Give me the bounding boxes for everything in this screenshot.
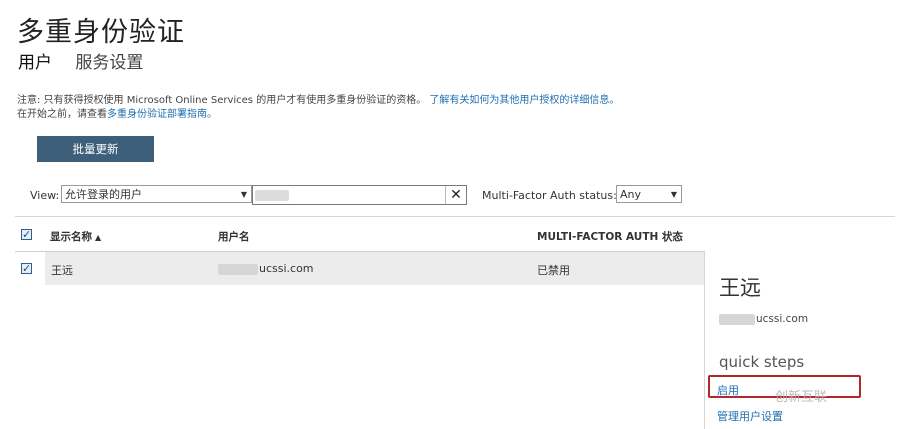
table-row[interactable] (45, 252, 705, 285)
watermark: 创新互联 (775, 390, 828, 405)
page-title: 多重身份验证 (17, 17, 185, 48)
sort-ascending-icon: ▲ (95, 233, 102, 242)
detail-email-suffix: ucssi.com (756, 313, 809, 325)
row-checkbox[interactable]: ✓ (21, 263, 32, 274)
search-box[interactable]: ✕ (252, 185, 467, 205)
filter-bar: View: 允许登录的用户 ▼ ✕ Multi-Factor Auth stat… (0, 185, 898, 207)
detail-user-email: ucssi.com (719, 313, 808, 325)
mfa-status-select-value: Any (620, 188, 642, 201)
search-input[interactable] (256, 188, 436, 201)
notice-text: 注意: 只有获得授权使用 Microsoft Online Services 的… (17, 94, 619, 122)
clear-search-icon[interactable]: ✕ (445, 186, 466, 204)
detail-user-name: 王远 (719, 276, 761, 300)
mfa-status-label: Multi-Factor Auth status: (482, 189, 617, 202)
row-display-name: 王远 (51, 264, 73, 277)
column-header-display-name[interactable]: 显示名称 ▲ (50, 229, 101, 244)
license-help-link[interactable]: 了解有关如何为其他用户授权的详细信息。 (429, 95, 619, 106)
column-header-mfa-status[interactable]: MULTI-FACTOR AUTH 状态 (537, 229, 683, 244)
chevron-down-icon: ▼ (240, 190, 247, 199)
divider (15, 216, 895, 217)
mfa-status-select[interactable]: Any ▼ (616, 185, 682, 203)
chevron-down-icon: ▼ (670, 190, 677, 199)
tab-bar: 用户 服务设置 (18, 48, 161, 73)
row-username-suffix: ucssi.com (259, 262, 314, 275)
bulk-update-button[interactable]: 批量更新 (37, 136, 154, 162)
select-all-checkbox[interactable]: ✓ (21, 229, 32, 240)
notice-line2: 在开始之前，请查看 (17, 109, 107, 120)
view-select-value: 允许登录的用户 (65, 188, 142, 201)
deployment-guide-link[interactable]: 多重身份验证部署指南。 (107, 109, 217, 120)
manage-user-settings-link[interactable]: 管理用户设置 (717, 408, 783, 424)
column-header-label: 显示名称 (50, 231, 92, 243)
tab-users[interactable]: 用户 (18, 48, 52, 73)
blurred-email-prefix (719, 313, 755, 325)
view-label: View: (30, 189, 60, 202)
blurred-username-prefix (218, 263, 258, 275)
quick-steps-heading: quick steps (719, 353, 805, 371)
view-select[interactable]: 允许登录的用户 ▼ (61, 185, 252, 203)
row-mfa-status: 已禁用 (537, 264, 570, 277)
notice-line1: 注意: 只有获得授权使用 Microsoft Online Services 的… (17, 95, 427, 106)
column-header-username[interactable]: 用户名 (218, 229, 250, 244)
tab-service-settings[interactable]: 服务设置 (75, 48, 143, 73)
row-username: ucssi.com (218, 262, 314, 275)
enable-mfa-link[interactable]: 启用 (717, 382, 739, 398)
